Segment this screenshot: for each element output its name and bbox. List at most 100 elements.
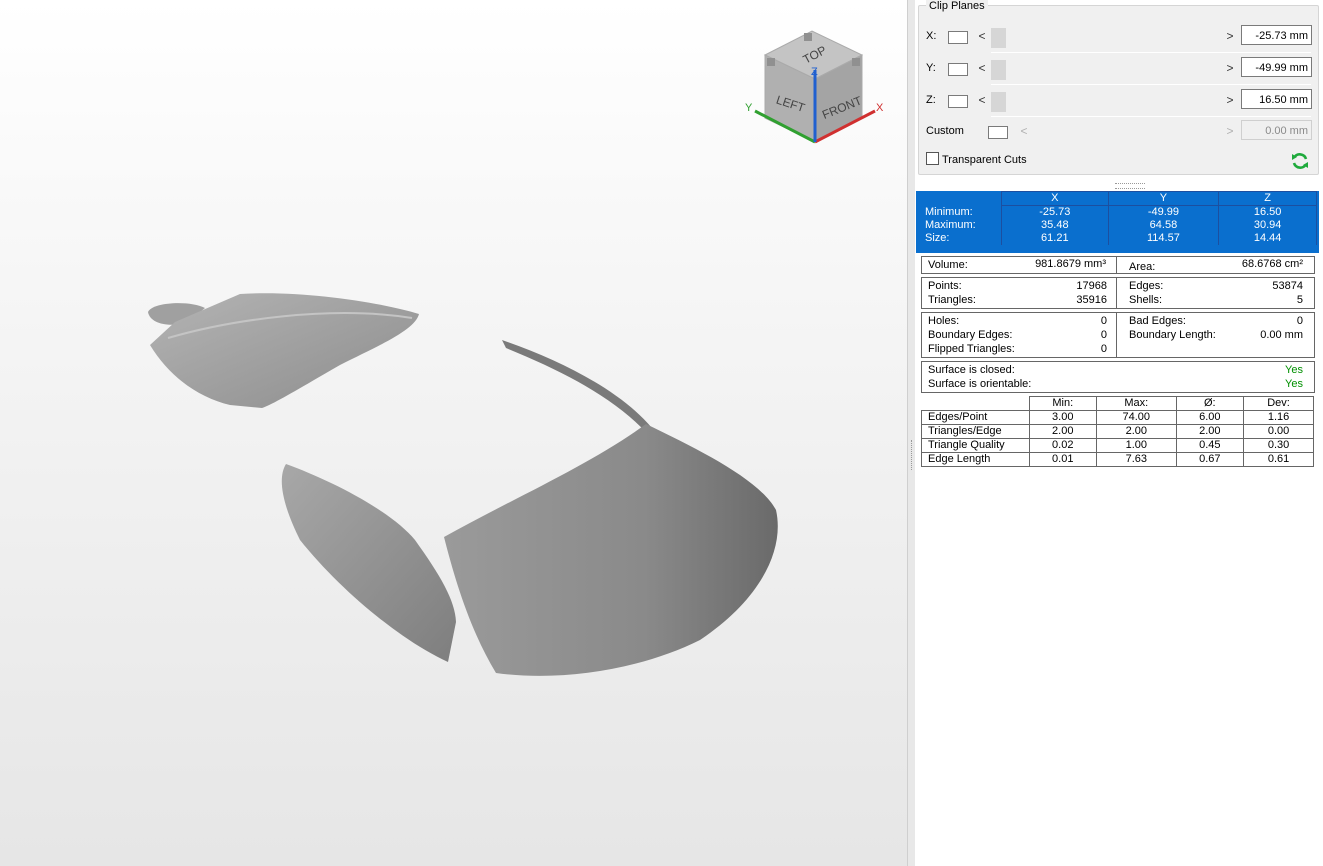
bbox-row-maximum: Maximum: 35.48 64.58 30.94 xyxy=(919,219,1317,232)
counts-box: Points: 17968 Triangles: 35916 Edges: 53… xyxy=(921,277,1315,309)
surface-orientable-value: Yes xyxy=(1285,378,1303,390)
bbox-value: 64.58 xyxy=(1107,219,1220,232)
3d-viewport[interactable]: TOP LEFT FRONT X Y Z xyxy=(0,0,907,866)
clip-z-value[interactable]: 16.50 mm xyxy=(1241,89,1312,109)
stats-value: 0.01 xyxy=(1028,452,1098,467)
stats-value: 0.67 xyxy=(1175,452,1245,467)
area-label: Area: xyxy=(1129,261,1156,273)
holes-value: 0 xyxy=(1100,315,1107,327)
volume-value: 981.8679 mm³ xyxy=(1035,258,1106,270)
clip-x-slider[interactable] xyxy=(991,28,1221,48)
transparent-cuts-option[interactable]: Transparent Cuts xyxy=(926,152,1027,166)
surface-orientable-label: Surface is orientable: xyxy=(928,378,1032,390)
triangles-label: Triangles: xyxy=(928,294,976,306)
mesh-shell xyxy=(502,340,652,432)
clip-x-left-arrow[interactable]: < xyxy=(977,29,987,43)
clip-row-y: Y: < > -49.99 mm xyxy=(919,56,1318,82)
surface-box: Surface is closed: Yes Surface is orient… xyxy=(921,361,1315,393)
bbox-row-label: Size: xyxy=(925,232,950,244)
clip-y-right-arrow[interactable]: > xyxy=(1225,61,1235,75)
view-cube[interactable]: TOP LEFT FRONT X Y Z xyxy=(740,25,890,155)
edges-value: 53874 xyxy=(1272,280,1303,292)
clip-z-slider-thumb[interactable] xyxy=(991,92,1006,112)
stats-value: 3.00 xyxy=(1028,410,1098,425)
stats-value: 74.00 xyxy=(1096,410,1177,425)
clip-z-checkbox[interactable] xyxy=(948,95,968,108)
clip-z-label: Z: xyxy=(926,94,936,106)
bbox-value: 30.94 xyxy=(1218,219,1317,232)
clip-custom-checkbox[interactable] xyxy=(988,126,1008,139)
clip-planes-title: Clip Planes xyxy=(926,0,988,12)
clip-row-x: X: < > -25.73 mm xyxy=(919,24,1318,50)
bbox-value: 14.44 xyxy=(1218,232,1317,245)
resize-handle[interactable] xyxy=(1115,183,1145,189)
points-value: 17968 xyxy=(1076,280,1107,292)
triangles-value: 35916 xyxy=(1076,294,1107,306)
flipped-triangles-value: 0 xyxy=(1100,343,1107,355)
stats-value: 2.00 xyxy=(1175,424,1245,439)
stats-row-label: Triangles/Edge xyxy=(921,424,1030,439)
edges-label: Edges: xyxy=(1129,280,1164,292)
stats-value: 6.00 xyxy=(1175,410,1245,425)
bounding-box-table: X Y Z Minimum: -25.73 -49.99 16.50 Maxim… xyxy=(916,191,1319,253)
clip-z-left-arrow[interactable]: < xyxy=(977,93,987,107)
clip-y-slider-thumb[interactable] xyxy=(991,60,1006,80)
mesh-shell xyxy=(281,464,456,662)
surface-closed-value: Yes xyxy=(1285,364,1303,376)
holes-label: Holes: xyxy=(928,315,960,327)
boundary-length-value: 0.00 mm xyxy=(1260,329,1303,341)
stats-row: Edges/Point 3.00 74.00 6.00 1.16 xyxy=(921,410,1314,425)
z-axis-label: Z xyxy=(811,66,818,78)
y-axis-label: Y xyxy=(745,102,753,114)
points-label: Points: xyxy=(928,280,962,292)
stats-row: Triangle Quality 0.02 1.00 0.45 0.30 xyxy=(921,438,1314,453)
clip-z-slider[interactable] xyxy=(991,92,1221,112)
area-value: 68.6768 cm² xyxy=(1241,258,1303,270)
stats-header-avg: Ø: xyxy=(1175,396,1245,411)
bbox-row-label: Minimum: xyxy=(925,205,973,218)
stats-value: 0.45 xyxy=(1175,438,1245,453)
clip-x-slider-thumb[interactable] xyxy=(991,28,1006,48)
surface-closed-label: Surface is closed: xyxy=(928,364,1015,376)
stats-value: 0.61 xyxy=(1243,452,1314,467)
splitter-grip[interactable] xyxy=(911,440,914,470)
clip-row-custom: Custom < > 0.00 mm xyxy=(919,119,1318,145)
transparent-cuts-checkbox[interactable] xyxy=(926,152,939,165)
flipped-triangles-label: Flipped Triangles: xyxy=(928,343,1015,355)
bbox-value: 61.21 xyxy=(1001,232,1109,245)
bbox-header-y: Y xyxy=(1107,191,1220,206)
stats-row-label: Edges/Point xyxy=(921,410,1030,425)
clip-x-value[interactable]: -25.73 mm xyxy=(1241,25,1312,45)
clip-custom-value[interactable]: 0.00 mm xyxy=(1241,120,1312,140)
bbox-value: 114.57 xyxy=(1107,232,1220,245)
refresh-icon[interactable] xyxy=(1290,151,1310,171)
shells-value: 5 xyxy=(1296,294,1303,306)
volume-area-box: Volume: 981.8679 mm³ Area: 68.6768 cm² xyxy=(921,256,1315,274)
clip-z-right-arrow[interactable]: > xyxy=(1225,93,1235,107)
clip-row-z: Z: < > 16.50 mm xyxy=(919,88,1318,114)
stats-value: 0.30 xyxy=(1243,438,1314,453)
stats-row-label: Edge Length xyxy=(921,452,1030,467)
clip-y-value[interactable]: -49.99 mm xyxy=(1241,57,1312,77)
clip-custom-left-arrow[interactable]: < xyxy=(1019,124,1029,138)
clip-y-checkbox[interactable] xyxy=(948,63,968,76)
shells-label: Shells: xyxy=(1129,294,1163,306)
clip-x-label: X: xyxy=(926,30,937,42)
errors-box: Holes: 0 Boundary Edges: 0 Flipped Trian… xyxy=(921,312,1315,358)
bbox-value: 16.50 xyxy=(1218,205,1317,219)
bbox-row-label: Maximum: xyxy=(925,219,976,231)
clip-custom-right-arrow[interactable]: > xyxy=(1225,124,1235,138)
stats-header-dev: Dev: xyxy=(1243,396,1314,411)
properties-panel: Clip Planes X: < > -25.73 mm Y: < > -49.… xyxy=(915,0,1323,866)
bbox-header-x: X xyxy=(1001,191,1109,206)
clip-planes-group: Clip Planes X: < > -25.73 mm Y: < > -49.… xyxy=(918,0,1319,175)
bbox-row-size: Size: 61.21 114.57 14.44 xyxy=(919,232,1317,245)
clip-x-checkbox[interactable] xyxy=(948,31,968,44)
bbox-value: -25.73 xyxy=(1001,205,1109,219)
clip-y-left-arrow[interactable]: < xyxy=(977,61,987,75)
clip-y-slider[interactable] xyxy=(991,60,1221,80)
x-axis-label: X xyxy=(876,102,884,114)
clip-x-right-arrow[interactable]: > xyxy=(1225,29,1235,43)
boundary-edges-label: Boundary Edges: xyxy=(928,329,1013,341)
clip-y-label: Y: xyxy=(926,62,936,74)
